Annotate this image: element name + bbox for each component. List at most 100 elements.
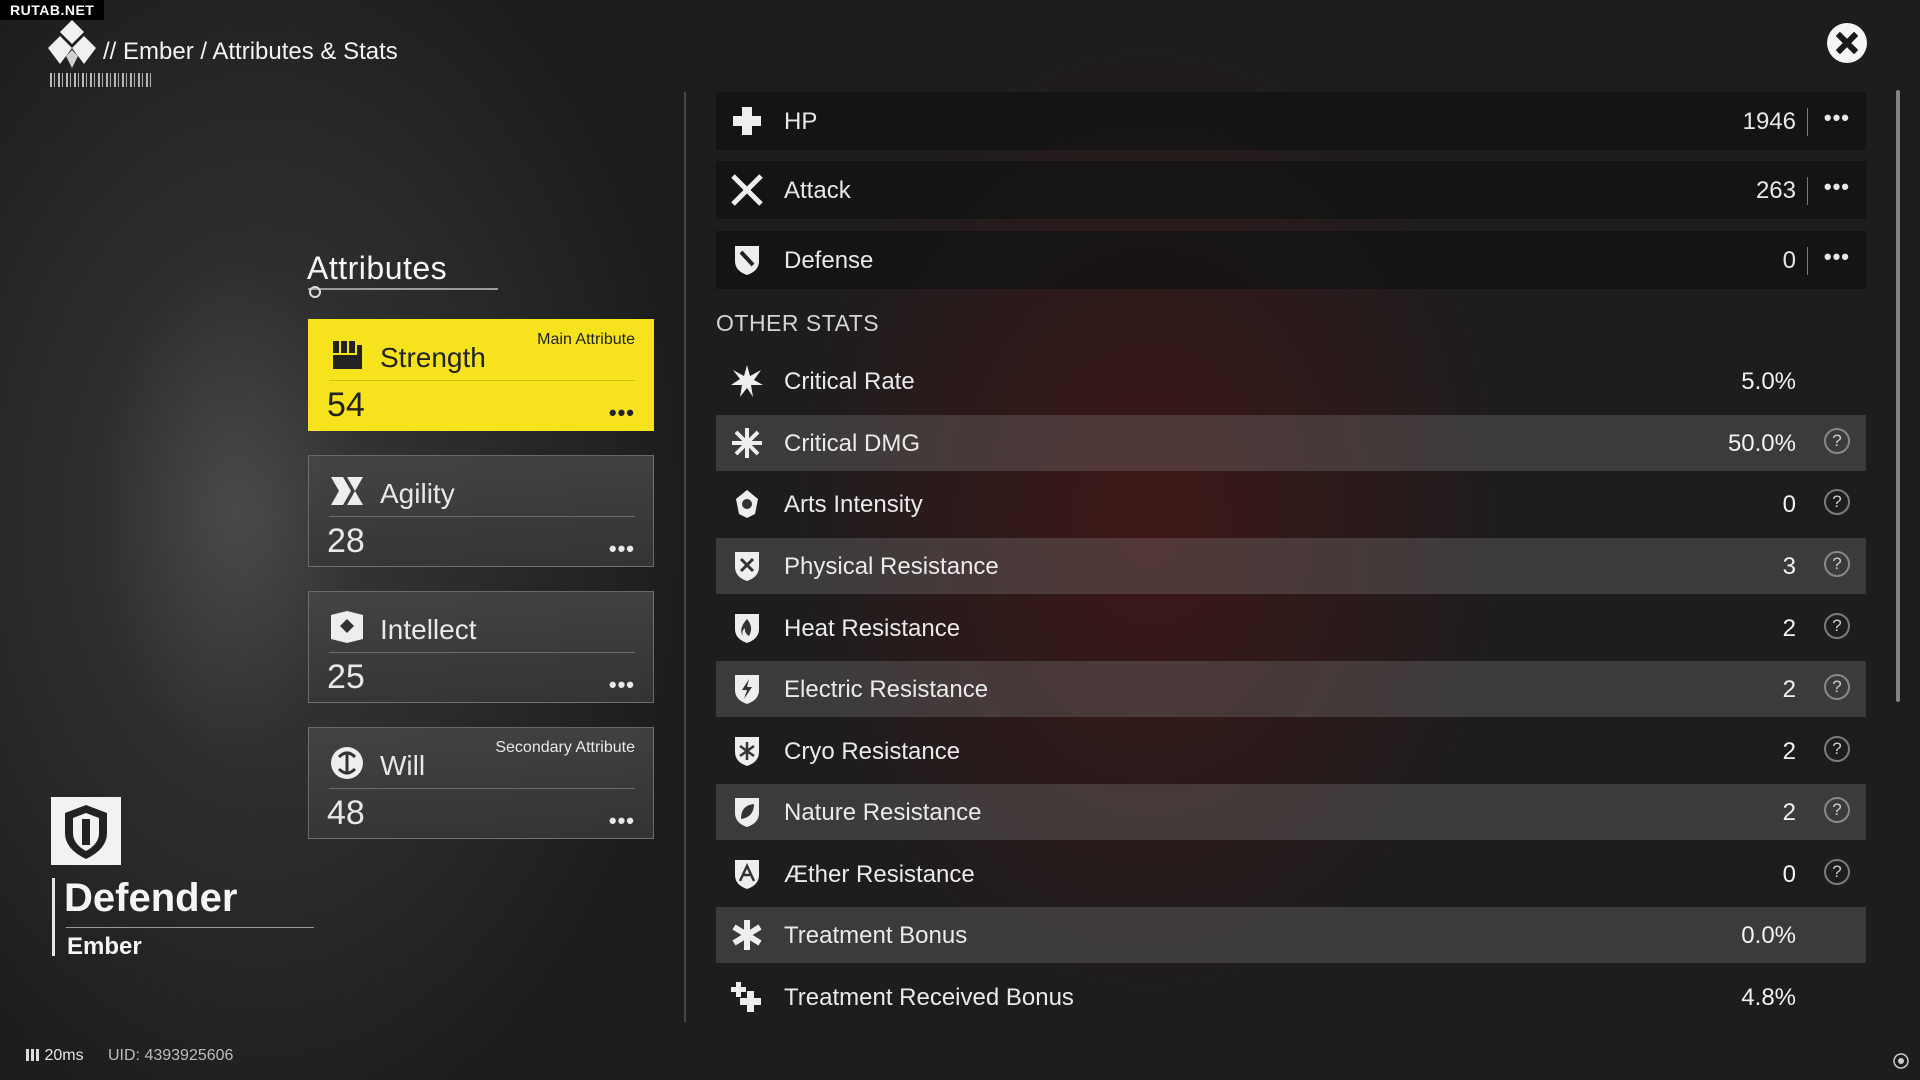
- stat-row-attack[interactable]: Attack 263 •••: [716, 161, 1866, 219]
- close-button[interactable]: [1827, 23, 1867, 63]
- stat-row-critical-rate: Critical Rate 5.0%: [716, 353, 1866, 409]
- fist-icon: [333, 341, 362, 369]
- stat-value: 0: [1782, 491, 1796, 518]
- stat-name: Treatment Bonus: [784, 922, 968, 949]
- help-icon[interactable]: ?: [1824, 674, 1850, 700]
- more-options-button[interactable]: •••: [609, 536, 635, 562]
- panel-divider: [684, 92, 686, 1022]
- stat-value: 5.0%: [1741, 368, 1796, 395]
- will-icon: [331, 747, 363, 779]
- help-icon[interactable]: ?: [1824, 613, 1850, 639]
- stat-row-aether-resistance: Æther Resistance 0 ?: [716, 846, 1866, 902]
- crit-burst-icon: [732, 428, 762, 458]
- attribute-name: Will: [380, 750, 426, 781]
- ping-value: 20ms: [44, 1047, 84, 1064]
- attribute-value: 28: [327, 522, 365, 560]
- stat-row-electric-resistance: Electric Resistance 2 ?: [716, 661, 1866, 717]
- cryo-shield-icon: [735, 737, 759, 766]
- stat-value: 263: [1755, 177, 1796, 204]
- help-icon[interactable]: ?: [1824, 489, 1850, 515]
- other-stats-heading: OTHER STATS: [716, 310, 880, 336]
- more-options-button[interactable]: •••: [1824, 244, 1850, 270]
- more-options-button[interactable]: •••: [609, 672, 635, 698]
- uid-label: UID: 4393925606: [108, 1047, 234, 1064]
- stat-divider: [1807, 108, 1808, 136]
- stat-name: Cryo Resistance: [784, 738, 961, 765]
- character-name: Ember: [67, 933, 142, 960]
- aether-shield-icon: [735, 860, 759, 889]
- help-icon[interactable]: ?: [1824, 551, 1850, 577]
- help-icon[interactable]: ?: [1824, 797, 1850, 823]
- stat-name: Physical Resistance: [784, 553, 999, 580]
- attribute-value: 48: [327, 794, 365, 832]
- role-divider: [66, 927, 314, 928]
- attributes-title-marker: [309, 286, 321, 298]
- ping-indicator: 20ms: [26, 1047, 84, 1065]
- help-icon[interactable]: ?: [1824, 428, 1850, 454]
- settings-icon[interactable]: [1892, 1052, 1910, 1070]
- attribute-value: 25: [327, 658, 365, 696]
- card-divider: [329, 380, 635, 381]
- attributes-title: Attributes: [307, 250, 448, 286]
- stat-name: Heat Resistance: [784, 615, 961, 642]
- shield-badge-icon: [51, 797, 121, 865]
- cross-icon: [733, 107, 761, 135]
- help-icon[interactable]: ?: [1824, 859, 1850, 885]
- attribute-card-will[interactable]: Will Secondary Attribute 48 •••: [308, 727, 654, 839]
- stat-name: Treatment Received Bonus: [784, 984, 1074, 1011]
- electric-shield-icon: [735, 675, 759, 704]
- stat-value: 3: [1782, 553, 1796, 580]
- scrollbar[interactable]: [1896, 90, 1900, 702]
- attribute-name: Strength: [380, 342, 486, 373]
- physical-shield-icon: [735, 552, 759, 581]
- watermark: RUTAB.NET: [0, 0, 105, 20]
- shield-icon: [735, 246, 759, 275]
- stat-value: 50.0%: [1727, 430, 1796, 457]
- attribute-name: Intellect: [380, 614, 477, 645]
- stat-value: 2: [1782, 676, 1796, 703]
- stat-value: 2: [1782, 799, 1796, 826]
- attributes-title-underline: [308, 288, 498, 290]
- stat-name: Nature Resistance: [784, 799, 982, 826]
- stat-name: Electric Resistance: [784, 676, 989, 703]
- attribute-card-agility[interactable]: Agility 28 •••: [308, 455, 654, 567]
- stat-value: 0: [1782, 247, 1796, 274]
- stat-row-physical-resistance: Physical Resistance 3 ?: [716, 538, 1866, 594]
- stat-value: 4.8%: [1741, 984, 1796, 1011]
- more-options-button[interactable]: •••: [609, 808, 635, 834]
- role-name: Defender: [64, 876, 238, 920]
- stat-name: HP: [784, 108, 818, 135]
- stat-name: Critical Rate: [784, 368, 915, 395]
- stat-row-cryo-resistance: Cryo Resistance 2 ?: [716, 723, 1866, 779]
- stat-value: 2: [1782, 615, 1796, 642]
- stat-name: Arts Intensity: [784, 491, 923, 518]
- stat-name: Æther Resistance: [784, 861, 975, 888]
- asterisk-icon: [732, 920, 762, 950]
- stat-name: Attack: [784, 177, 851, 204]
- stat-row-defense[interactable]: Defense 0 •••: [716, 231, 1866, 289]
- stat-divider: [1807, 247, 1808, 275]
- attribute-card-strength[interactable]: Strength Main Attribute 54 •••: [308, 319, 654, 431]
- game-logo-icon: [48, 20, 96, 68]
- card-divider: [329, 516, 635, 517]
- attribute-card-intellect[interactable]: Intellect 25 •••: [308, 591, 654, 703]
- card-divider: [329, 788, 635, 789]
- stat-row-critical-dmg: Critical DMG 50.0% ?: [716, 415, 1866, 471]
- crossed-swords-icon: [731, 174, 763, 206]
- stat-row-hp[interactable]: HP 1946 •••: [716, 92, 1866, 150]
- more-options-button[interactable]: •••: [609, 400, 635, 426]
- arts-icon: [736, 490, 758, 518]
- stat-row-treatment-received-bonus: Treatment Received Bonus 4.8%: [716, 969, 1866, 1025]
- signal-icon: [26, 1049, 40, 1061]
- heat-shield-icon: [735, 614, 759, 643]
- barcode-decoration: [50, 73, 154, 87]
- stat-value: 0: [1782, 861, 1796, 888]
- stat-divider: [1807, 177, 1808, 205]
- stat-value: 2: [1782, 738, 1796, 765]
- stat-name: Defense: [784, 247, 874, 274]
- help-icon[interactable]: ?: [1824, 736, 1850, 762]
- more-options-button[interactable]: •••: [1824, 174, 1850, 200]
- secondary-attribute-tag: Secondary Attribute: [495, 739, 635, 756]
- more-options-button[interactable]: •••: [1824, 105, 1850, 131]
- agility-icon: [331, 477, 363, 505]
